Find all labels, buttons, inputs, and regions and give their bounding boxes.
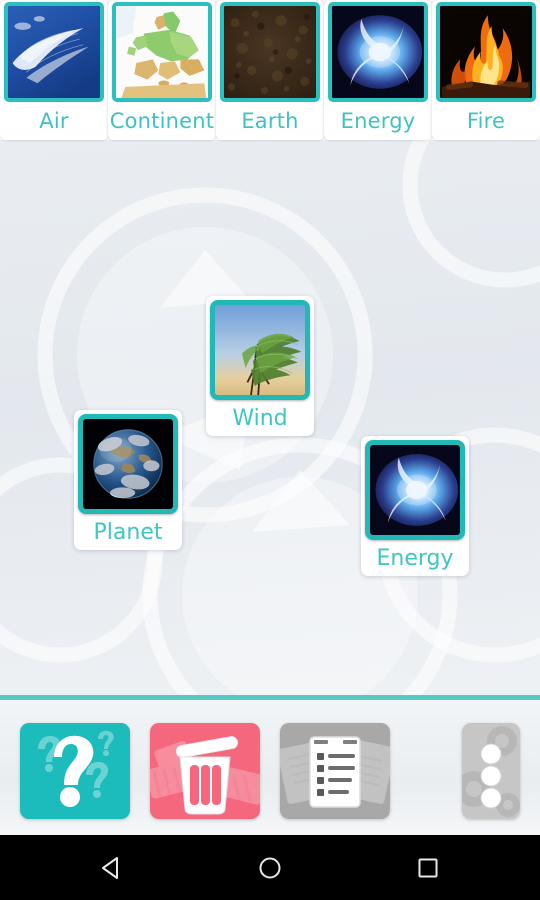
hint-button[interactable] xyxy=(20,723,130,819)
question-marks-icon xyxy=(38,730,114,807)
canvas-item-planet[interactable]: Planet xyxy=(74,410,182,550)
canvas-item-label: Planet xyxy=(93,519,163,545)
palette-item-label: Earth xyxy=(241,109,299,133)
trash-can-icon xyxy=(150,736,260,815)
nav-home-button[interactable] xyxy=(210,835,330,900)
element-palette: Air Continent Earth Energy Fire xyxy=(0,0,540,140)
palette-item-continent[interactable]: Continent xyxy=(108,0,216,140)
fire-flames-icon xyxy=(436,2,536,102)
palette-item-label: Energy xyxy=(340,109,416,133)
wind-tree-icon xyxy=(210,300,310,400)
energy-plasma-icon xyxy=(365,440,465,540)
bottom-toolbar xyxy=(0,695,540,835)
palette-item-label: Continent xyxy=(109,109,215,133)
planet-earth-icon xyxy=(78,414,178,514)
app-root: Air Continent Earth Energy Fire Wind Pla… xyxy=(0,0,540,900)
earth-soil-icon xyxy=(220,2,320,102)
square-recents-icon xyxy=(418,858,438,877)
canvas-item-label: Energy xyxy=(376,545,454,571)
palette-item-energy[interactable]: Energy xyxy=(324,0,432,140)
triangle-back-icon xyxy=(102,856,118,879)
palette-item-fire[interactable]: Fire xyxy=(432,0,540,140)
palette-item-label: Fire xyxy=(466,109,506,133)
three-dots-icon xyxy=(462,726,520,817)
nav-back-button[interactable] xyxy=(52,835,172,900)
palette-item-air[interactable]: Air xyxy=(0,0,108,140)
more-options-button[interactable] xyxy=(462,723,520,819)
canvas-item-wind[interactable]: Wind xyxy=(206,296,314,436)
continent-map-icon xyxy=(112,2,212,102)
android-navigation-bar xyxy=(0,835,540,900)
nav-recents-button[interactable] xyxy=(368,835,488,900)
canvas-item-energy[interactable]: Energy xyxy=(361,436,469,576)
clear-board-button[interactable] xyxy=(150,723,260,819)
circle-home-icon xyxy=(259,857,281,878)
energy-plasma-icon xyxy=(328,2,428,102)
palette-item-label: Air xyxy=(39,109,69,133)
canvas-item-label: Wind xyxy=(232,405,288,431)
play-area[interactable]: Wind Planet Energy xyxy=(0,140,540,695)
palette-item-earth[interactable]: Earth xyxy=(216,0,324,140)
document-list-icon xyxy=(280,736,390,808)
air-clouds-icon xyxy=(4,2,104,102)
elements-list-button[interactable] xyxy=(280,723,390,819)
